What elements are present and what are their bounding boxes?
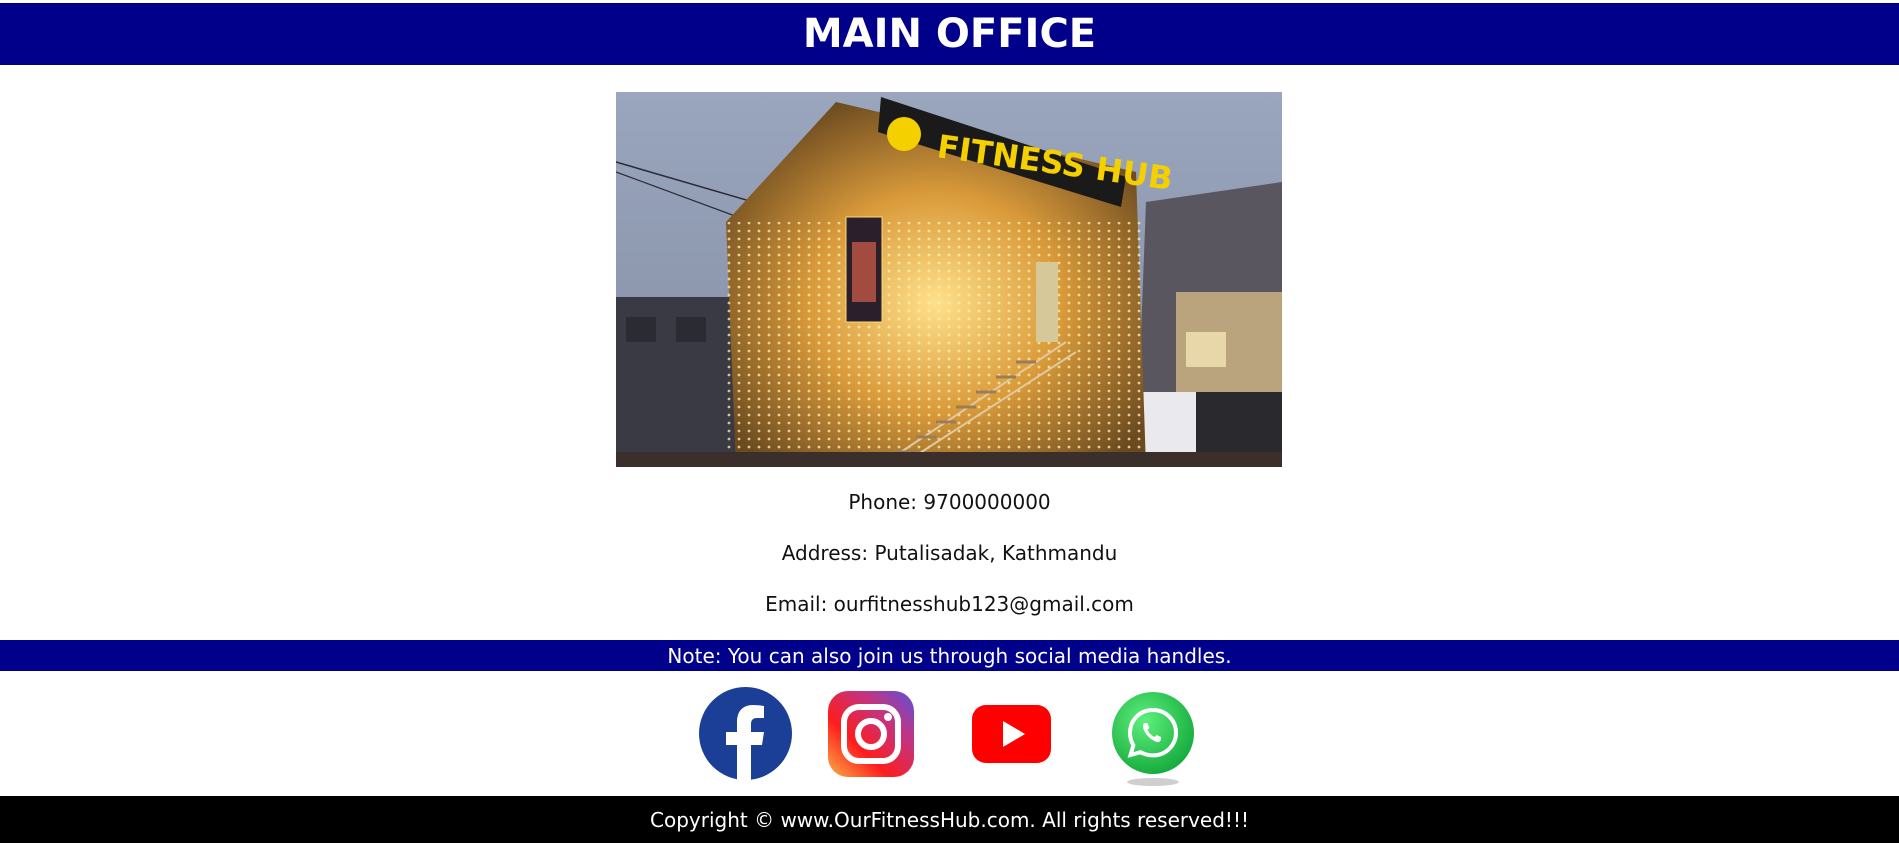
contact-phone: Phone: 9700000000: [848, 490, 1051, 514]
instagram-icon: [828, 691, 914, 777]
social-links: [0, 683, 1899, 788]
note-text: Note: You can also join us through socia…: [667, 643, 1232, 668]
facebook-icon: [699, 687, 792, 780]
note-bar: Note: You can also join us through socia…: [0, 640, 1899, 671]
whatsapp-icon: [1112, 692, 1194, 786]
youtube-icon: [972, 705, 1051, 763]
page: MAIN OFFICE FITNESS HUB Phone: 970000000…: [0, 0, 1899, 843]
office-photo: FITNESS HUB: [616, 92, 1282, 467]
copyright-text: Copyright © www.OurFitnessHub.com. All r…: [650, 807, 1249, 832]
contact-address: Address: Putalisadak, Kathmandu: [781, 541, 1118, 565]
facebook-link[interactable]: [699, 687, 792, 780]
instagram-link[interactable]: [828, 691, 914, 777]
whatsapp-link[interactable]: [1110, 692, 1196, 788]
footer-bar: Copyright © www.OurFitnessHub.com. All r…: [0, 796, 1899, 843]
header-bar: MAIN OFFICE: [0, 3, 1899, 65]
contact-email: Email: ourfitnesshub123@gmail.com: [765, 592, 1134, 616]
page-title: MAIN OFFICE: [802, 11, 1097, 57]
youtube-link[interactable]: [972, 705, 1051, 763]
